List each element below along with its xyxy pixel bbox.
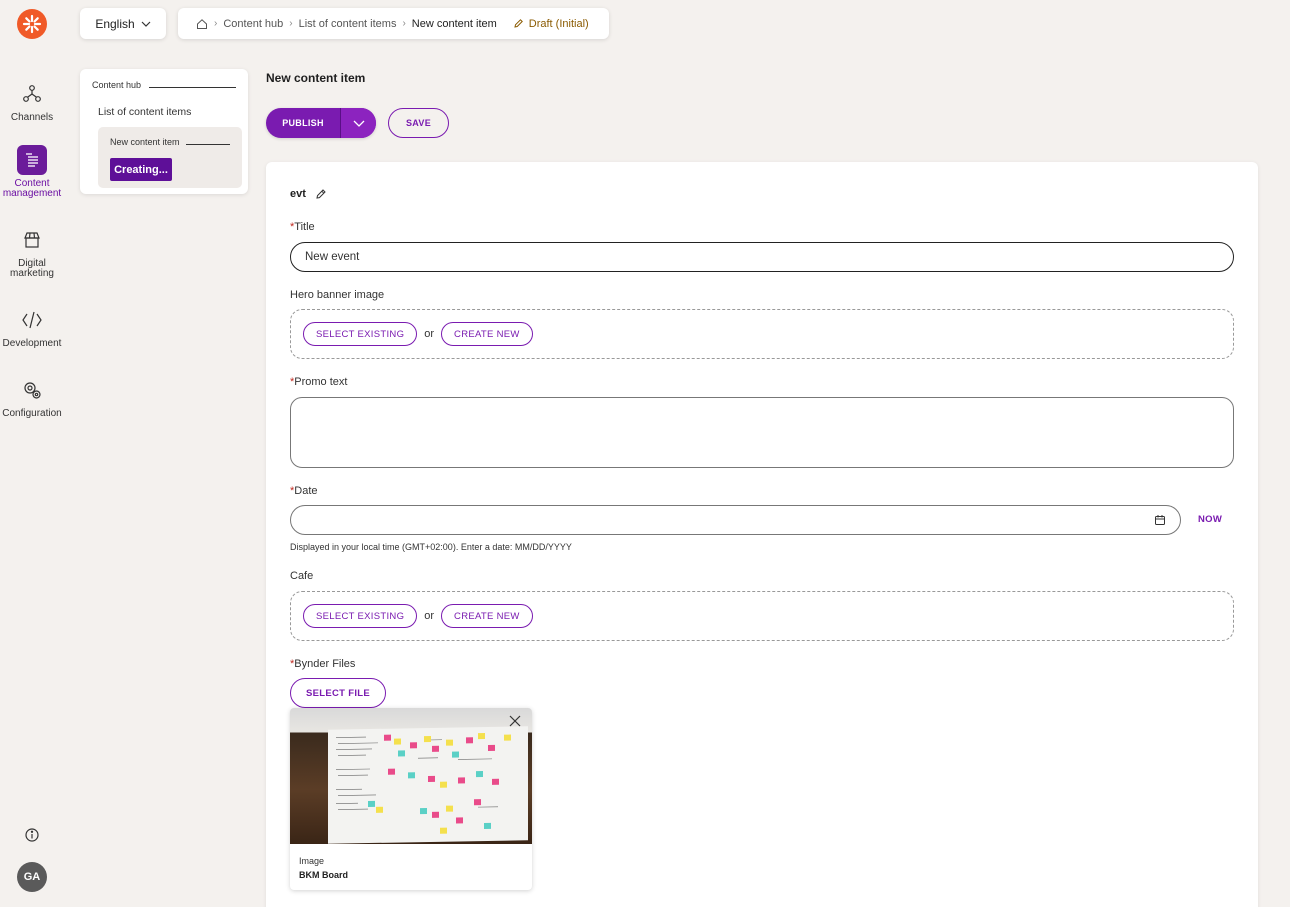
file-kind: Image [299, 856, 325, 866]
select-existing-button[interactable]: SELECT EXISTING [303, 322, 418, 346]
nav-item-digital-marketing[interactable]: Digital marketing [0, 225, 64, 279]
create-new-button[interactable]: CREATE NEW [441, 604, 533, 628]
create-new-button[interactable]: CREATE NEW [441, 322, 533, 346]
status-label: Draft (Initial) [528, 17, 589, 30]
divider [149, 87, 236, 88]
tree-item-label: New content item [110, 137, 180, 147]
nav-item-channels[interactable]: Channels [0, 79, 64, 123]
or-label: or [424, 328, 435, 340]
nav-label: Configuration [2, 408, 62, 419]
file-name: BKM Board [299, 870, 348, 880]
tree-item-selected[interactable]: New content item Creating... [98, 127, 242, 188]
breadcrumb: › Content hub › List of content items › … [178, 8, 609, 39]
hero-banner-picker: SELECT EXISTING or CREATE NEW [290, 309, 1234, 359]
remove-file-icon[interactable] [508, 714, 522, 728]
now-button[interactable]: NOW [1198, 514, 1222, 525]
content-tree: Content hub List of content items New co… [80, 69, 248, 194]
digital-marketing-icon [17, 225, 47, 255]
chevron-down-icon [353, 120, 364, 127]
cafe-label: Cafe [290, 570, 314, 582]
channels-icon [17, 79, 47, 109]
hero-banner-label: Hero banner image [290, 289, 385, 301]
gear-icon [17, 375, 47, 405]
user-avatar[interactable]: GA [17, 862, 47, 892]
date-label: *Date [290, 485, 318, 497]
content-management-icon [17, 145, 47, 175]
chevron-down-icon [141, 21, 151, 27]
field-label: Bynder Files [294, 658, 356, 670]
breadcrumb-separator: › [289, 18, 293, 29]
nav-label: Development [2, 338, 62, 349]
breadcrumb-content-hub[interactable]: Content hub [223, 18, 283, 30]
bynder-files-label: *Bynder Files [290, 658, 355, 670]
field-label: Date [294, 485, 318, 497]
pencil-icon [514, 19, 523, 28]
publish-button[interactable]: PUBLISH [266, 108, 340, 138]
home-icon[interactable] [196, 18, 208, 30]
nav-label: Channels [10, 112, 54, 123]
file-tile[interactable]: Image BKM Board [290, 708, 532, 890]
language-selector[interactable]: English [80, 8, 166, 39]
nav-item-content-management[interactable]: Content management [0, 145, 64, 199]
publish-dropdown-button[interactable] [340, 108, 376, 138]
promo-text-label: *Promo text [290, 376, 347, 388]
title-input[interactable]: New event [290, 242, 1234, 272]
breadcrumb-list[interactable]: List of content items [299, 18, 397, 30]
date-hint: Displayed in your local time (GMT+02:00)… [290, 542, 572, 552]
breadcrumb-current: New content item [411, 17, 497, 30]
nav-item-development[interactable]: Development [0, 305, 64, 349]
select-file-button[interactable]: SELECT FILE [290, 678, 386, 708]
date-input[interactable] [290, 505, 1181, 535]
tree-item-list[interactable]: List of content items [98, 106, 191, 118]
content-form: evt *Title New event Hero banner image S… [266, 162, 1258, 907]
kentico-logo-icon[interactable] [17, 9, 47, 39]
whiteboard-image [328, 726, 528, 844]
field-label: Title [294, 221, 315, 233]
info-icon[interactable] [24, 827, 40, 843]
content-type-label: evt [290, 188, 306, 200]
creating-badge: Creating... [110, 158, 172, 181]
promo-text-input[interactable] [290, 397, 1234, 468]
pencil-icon[interactable] [315, 188, 327, 200]
publish-split-button: PUBLISH [266, 108, 376, 138]
language-label: English [95, 16, 135, 31]
breadcrumb-separator: › [402, 18, 406, 29]
content-type-name: evt [290, 188, 327, 200]
nav-item-configuration[interactable]: Configuration [0, 375, 64, 419]
calendar-icon[interactable] [1154, 514, 1166, 526]
workflow-status: Draft (Initial) [513, 18, 589, 30]
select-existing-button[interactable]: SELECT EXISTING [303, 604, 418, 628]
cafe-picker: SELECT EXISTING or CREATE NEW [290, 591, 1234, 641]
tree-root-label[interactable]: Content hub [92, 80, 141, 90]
breadcrumb-separator: › [214, 18, 218, 29]
or-label: or [424, 610, 435, 622]
nav-label: Content management [2, 178, 62, 199]
divider [186, 144, 230, 145]
title-label: *Title [290, 221, 315, 233]
page-title: New content item [266, 71, 366, 85]
left-navigation: Channels Content management Digital mark… [0, 0, 64, 907]
file-thumbnail [290, 708, 532, 844]
save-button[interactable]: SAVE [388, 108, 449, 138]
code-icon [17, 305, 47, 335]
field-label: Promo text [294, 376, 348, 388]
nav-label: Digital marketing [10, 258, 54, 279]
